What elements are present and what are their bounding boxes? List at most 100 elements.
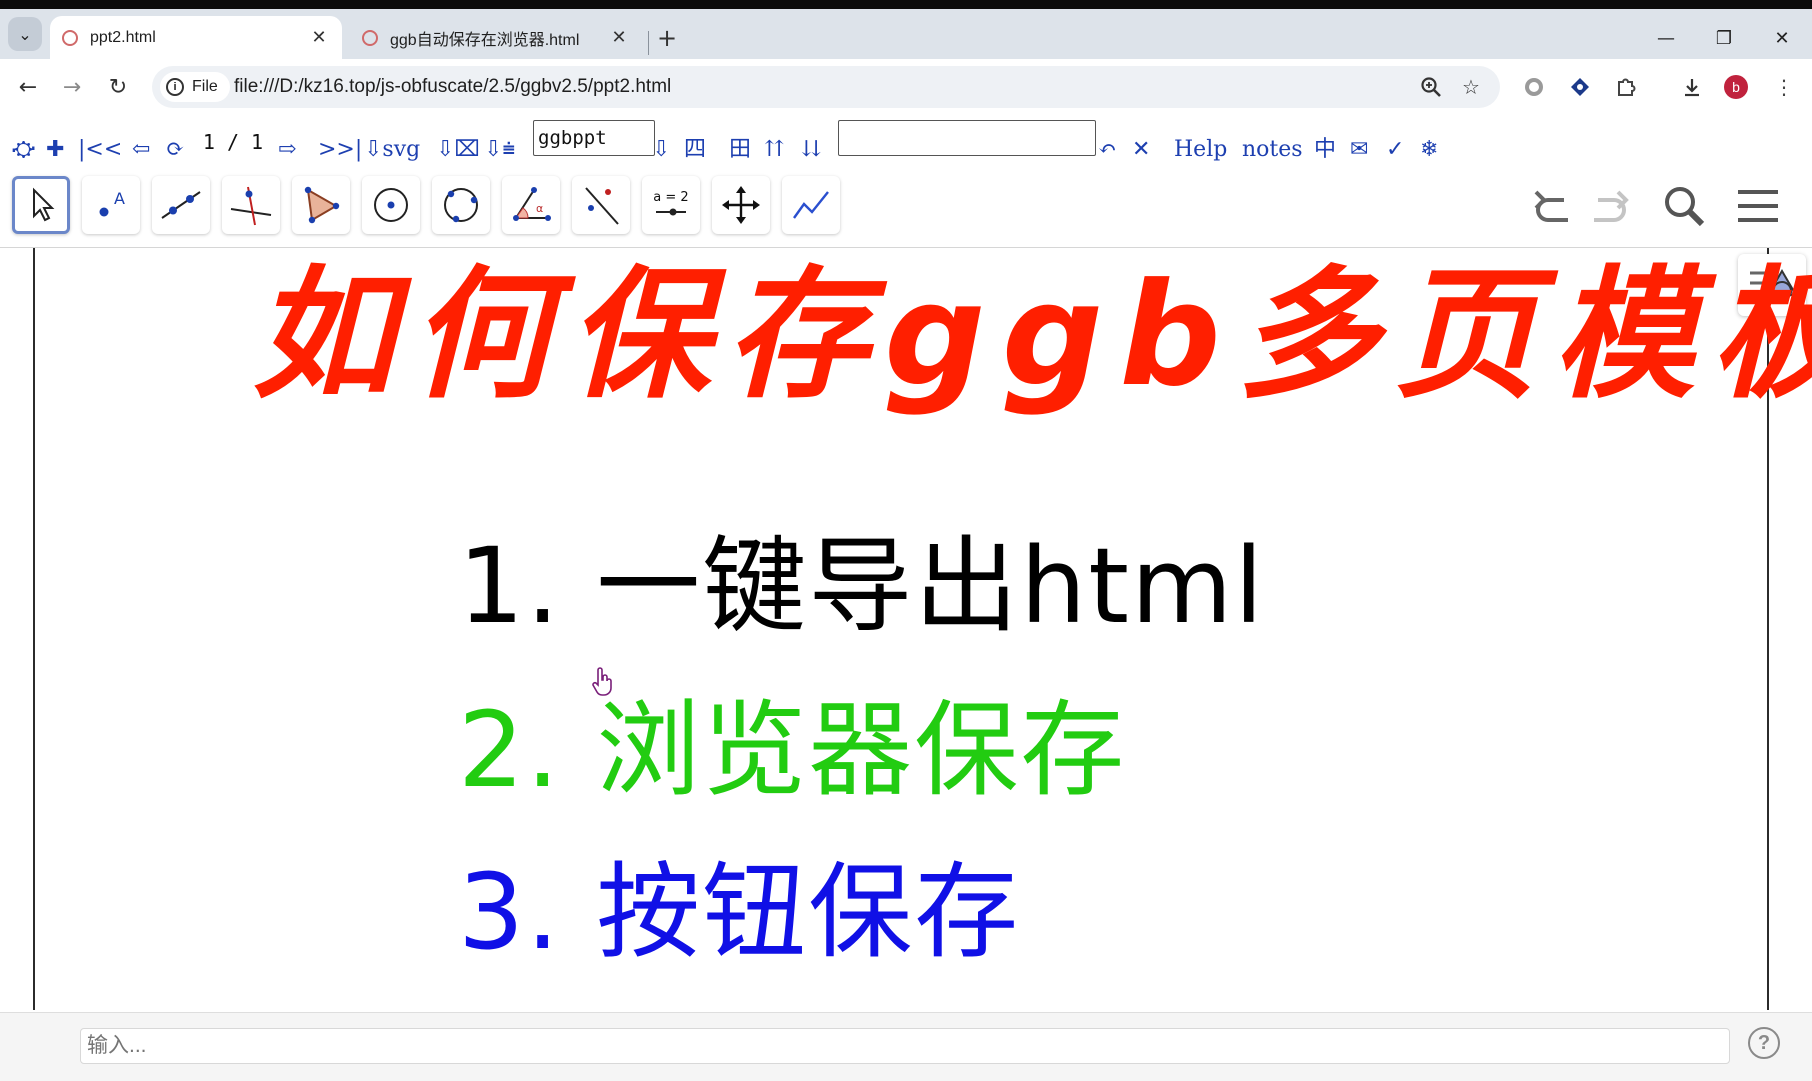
main-menu-button[interactable]: [1730, 181, 1786, 231]
check-button[interactable]: ✓: [1386, 137, 1404, 163]
point-icon: A: [99, 189, 125, 217]
last-page-button[interactable]: >>|: [318, 137, 362, 163]
file-name-input[interactable]: [533, 120, 655, 156]
extension-diamond-icon[interactable]: [1564, 71, 1596, 103]
refresh-page-button[interactable]: ⟳: [166, 137, 184, 163]
page-counter: 1 / 1: [200, 125, 266, 159]
slide-line-2: 2. 浏览器保存: [458, 689, 1127, 811]
ppt-toolbar: 1 / 1 ⛮ ✚ |<< ⇦ ⟳ ⇨ >>|⇩svg ⇩⌧⇩⩧ ⇩ 四田 ⇈ ⇊ ↶ ✕ Help note…: [0, 115, 1812, 167]
window-close-button[interactable]: ✕: [1762, 23, 1802, 53]
perpendicular-tool[interactable]: [222, 176, 280, 234]
close-icon[interactable]: ✕: [308, 27, 330, 48]
url-text[interactable]: file:///D:/kz16.top/js-obfuscate/2.5/ggb…: [234, 76, 671, 98]
back-button[interactable]: ←: [10, 69, 46, 105]
prev-page-button[interactable]: ⇦: [132, 137, 150, 163]
tab-strip: ⌄ ppt2.html ✕ ggb自动保存在浏览器.html ✕ + — ❐ ✕: [0, 9, 1812, 59]
bookmark-star-icon[interactable]: ☆: [1458, 74, 1484, 100]
search-button[interactable]: [1656, 181, 1712, 231]
slide-title: 如何保存ggb多页模板: [252, 253, 1812, 418]
add-page-button[interactable]: ✚: [46, 137, 64, 163]
slider-icon: a = 2: [653, 190, 689, 216]
slide-line-3: 3. 按钮保存: [458, 851, 1021, 973]
input-bar: ?: [0, 1012, 1812, 1081]
move-tool[interactable]: [12, 176, 70, 234]
download-button[interactable]: ⇩: [652, 137, 670, 163]
geogebra-toolbar: A α a = 2: [0, 167, 1812, 248]
function-inspector-tool[interactable]: [782, 176, 840, 234]
omnibox[interactable]: i File file:///D:/kz16.top/js-obfuscate/…: [152, 66, 1500, 108]
chinese-toggle[interactable]: 中: [1314, 137, 1336, 163]
arrow-left-icon: ←: [18, 74, 38, 100]
move-graphics-view-icon: [722, 186, 760, 224]
profile-avatar[interactable]: b: [1724, 75, 1748, 99]
point-tool[interactable]: A: [82, 176, 140, 234]
notes-link[interactable]: notes: [1242, 137, 1303, 163]
polygon-tool[interactable]: [292, 176, 350, 234]
download-strike-button[interactable]: ⇩⌧: [436, 137, 480, 163]
function-graph-icon: [793, 191, 829, 219]
move-down-button[interactable]: ⇊: [802, 137, 820, 163]
input-help-button[interactable]: ?: [1748, 1027, 1780, 1059]
downloads-icon[interactable]: [1676, 71, 1708, 103]
extension-record-icon[interactable]: [1518, 71, 1550, 103]
angle-tool[interactable]: α: [502, 176, 560, 234]
next-page-button[interactable]: ⇨: [278, 137, 296, 163]
address-bar: ← → ↻ i File file:///D:/kz16.top/js-obfu…: [0, 59, 1812, 116]
restore-button[interactable]: ❐: [1704, 23, 1744, 53]
tab-search-button[interactable]: ⌄: [8, 17, 42, 51]
more-menu-icon[interactable]: ⋮: [1768, 71, 1800, 103]
line-tool[interactable]: [152, 176, 210, 234]
tab-favicon-icon: [362, 29, 378, 46]
ggb-settings-icon[interactable]: ⛮: [12, 137, 35, 163]
mail-button[interactable]: ✉: [1350, 137, 1368, 163]
hand-pointer-icon: [592, 667, 612, 696]
slider-tool[interactable]: a = 2: [642, 176, 700, 234]
clear-notes-button[interactable]: ✕: [1132, 137, 1150, 163]
zoom-icon[interactable]: [1418, 74, 1444, 100]
four-layout-button[interactable]: 四: [684, 137, 706, 163]
first-page-button[interactable]: |<<: [78, 137, 122, 163]
close-icon[interactable]: ✕: [608, 27, 630, 48]
tab-title: ppt2.html: [90, 28, 156, 46]
reload-icon: ↻: [108, 74, 128, 100]
reflect-tool[interactable]: [572, 176, 630, 234]
polygon-icon: [304, 186, 340, 224]
tab-ppt2[interactable]: ppt2.html ✕: [50, 16, 342, 59]
export-svg-button[interactable]: ⇩svg: [364, 137, 420, 163]
reload-button[interactable]: ↻: [100, 69, 136, 105]
notes-input[interactable]: [838, 120, 1096, 156]
undo-button[interactable]: [1524, 181, 1580, 231]
download-filter-button[interactable]: ⇩⩧: [484, 137, 515, 163]
site-chip-label: File: [192, 78, 218, 95]
circle-center-icon: [374, 188, 408, 222]
snowflake-button[interactable]: ❄: [1420, 137, 1438, 163]
restore-icon: ❐: [1715, 27, 1733, 49]
hamburger-menu-icon: [1738, 190, 1778, 222]
minimize-button[interactable]: —: [1646, 23, 1686, 53]
circle-three-points-tool[interactable]: [432, 176, 490, 234]
move-view-tool[interactable]: [712, 176, 770, 234]
plus-icon: +: [656, 24, 678, 52]
algebra-input[interactable]: [80, 1028, 1730, 1064]
arrow-right-icon: →: [62, 74, 82, 100]
cursor-arrow-icon: [33, 187, 55, 222]
move-up-button[interactable]: ⇈: [765, 137, 783, 163]
grid-layout-button[interactable]: 田: [729, 137, 751, 163]
undo-notes-button[interactable]: ↶: [1098, 137, 1116, 163]
extensions-puzzle-icon[interactable]: [1610, 71, 1642, 103]
close-icon: ✕: [1774, 27, 1790, 49]
line-through-points-icon: [161, 191, 201, 219]
redo-button[interactable]: [1582, 181, 1638, 231]
new-tab-button[interactable]: +: [652, 23, 682, 53]
forward-button[interactable]: →: [54, 69, 90, 105]
circle-center-tool[interactable]: [362, 176, 420, 234]
svg-text:A: A: [114, 189, 125, 208]
tab-ggb-autosave[interactable]: ggb自动保存在浏览器.html ✕: [350, 16, 642, 59]
site-info-chip[interactable]: i File: [160, 72, 230, 102]
angle-icon: α: [513, 187, 551, 221]
help-link[interactable]: Help: [1174, 137, 1227, 163]
redo-icon: [1594, 190, 1629, 222]
svg-text:a = 2: a = 2: [653, 190, 688, 205]
search-icon: [1665, 187, 1705, 227]
os-top-strip: [0, 0, 1812, 9]
